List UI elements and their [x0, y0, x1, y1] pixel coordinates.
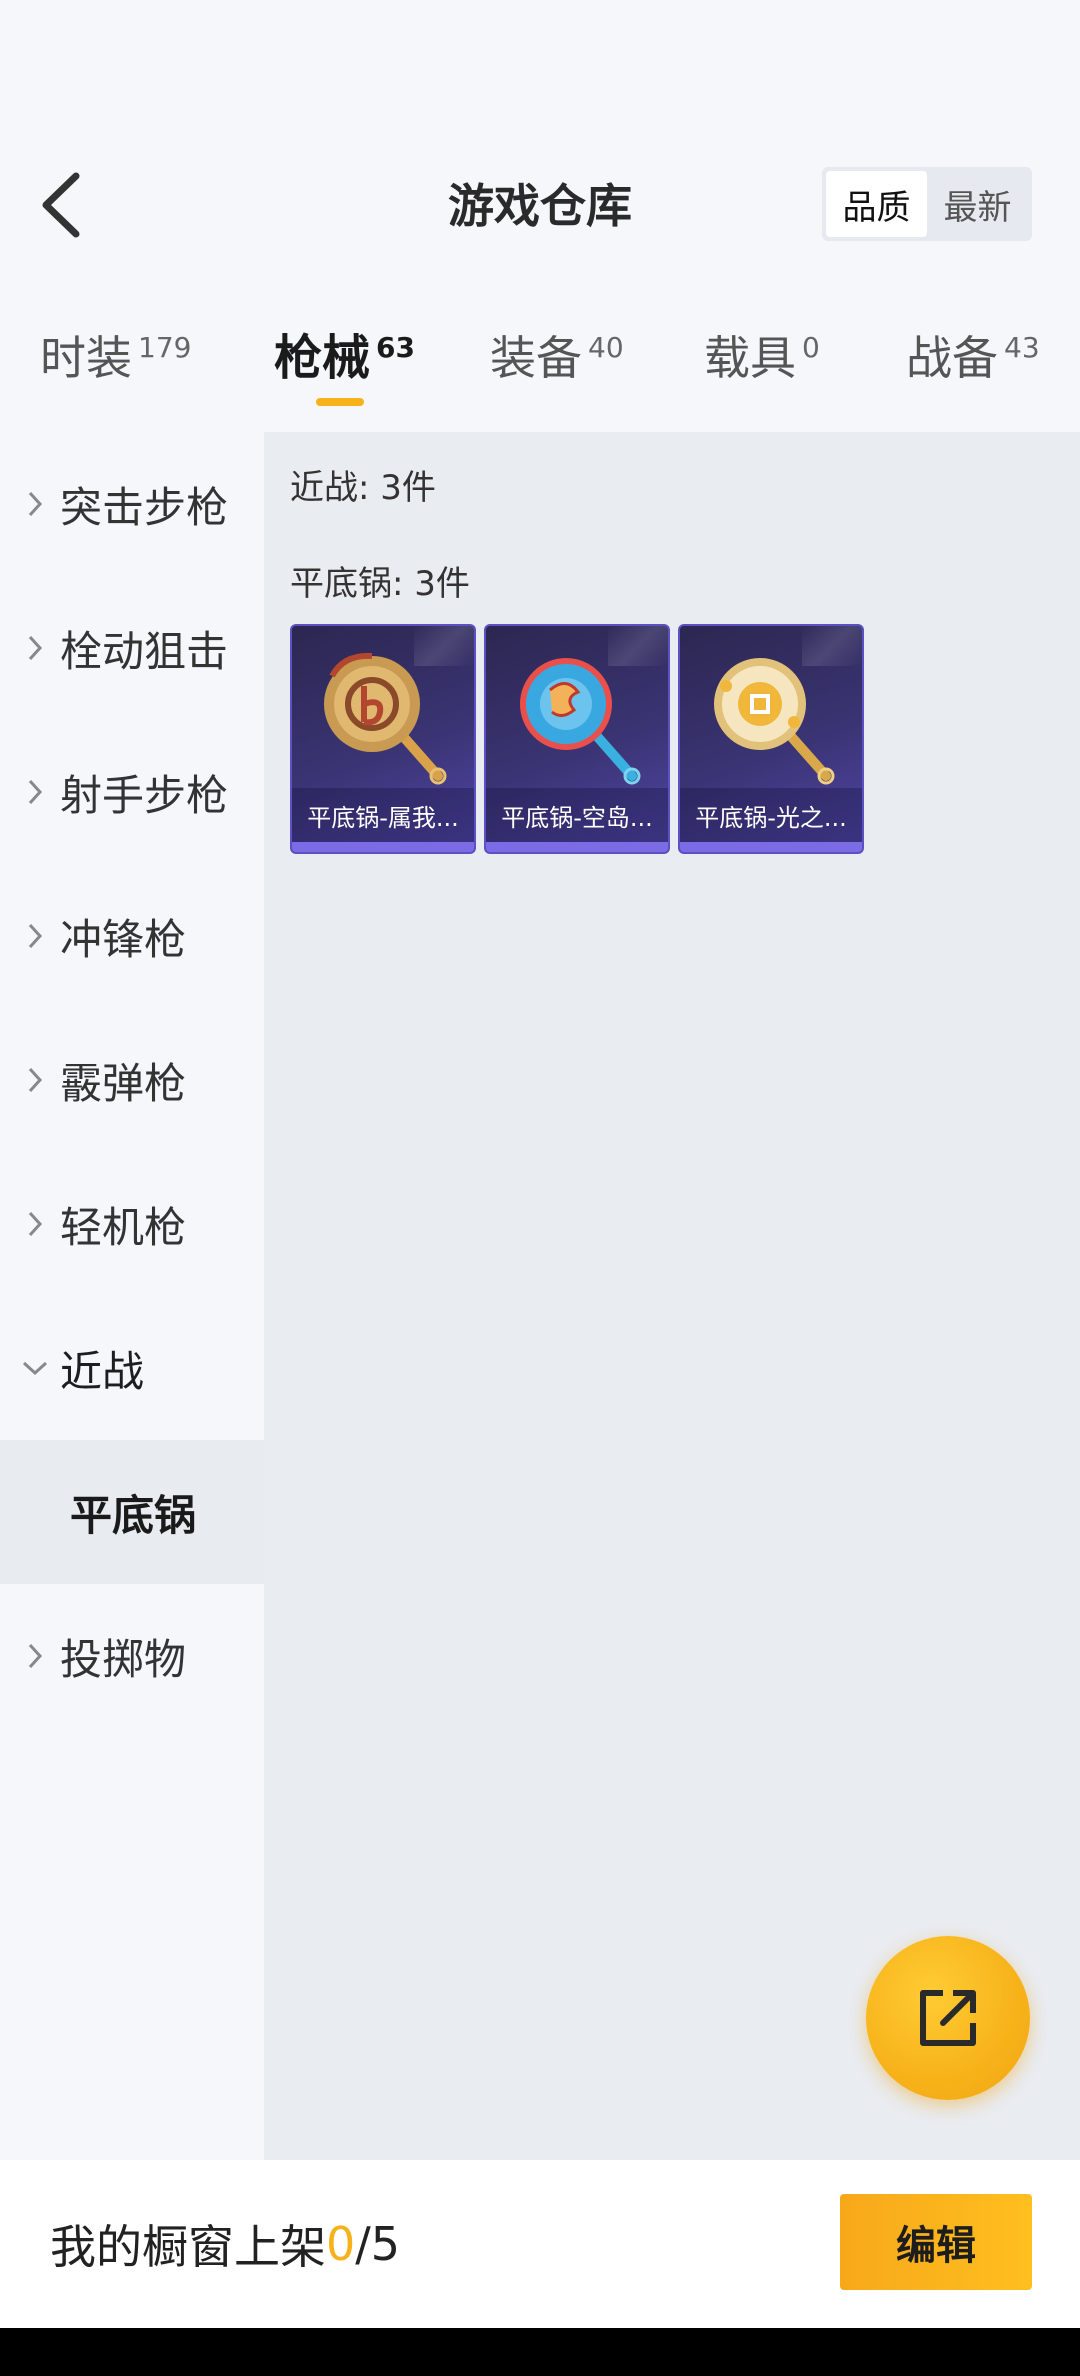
sidebar-item-marksman-rifle[interactable]: 射手步枪 — [0, 720, 264, 864]
subcategory-summary: 平底锅: 3件 — [290, 564, 470, 604]
share-external-icon — [920, 1990, 976, 2046]
chevron-right-icon — [0, 777, 60, 807]
tab-fashion[interactable]: 时装 179 — [40, 318, 191, 408]
share-fab-button[interactable] — [866, 1936, 1030, 2100]
tab-count: 40 — [588, 331, 624, 364]
sidebar-item-shotgun[interactable]: 霰弹枪 — [0, 1008, 264, 1152]
sidebar-item-label: 投掷物 — [60, 1634, 187, 1684]
system-nav-bar — [0, 2328, 1080, 2376]
rarity-bar — [680, 842, 862, 852]
item-card[interactable]: 平底锅-空岛... — [484, 624, 670, 854]
sort-option-quality[interactable]: 品质 — [826, 171, 927, 237]
frying-pan-cream-icon — [714, 658, 835, 785]
rarity-bar — [486, 842, 668, 852]
sidebar-item-assault-rifle[interactable]: 突击步枪 — [0, 432, 264, 576]
item-name: 平底锅-空岛... — [486, 788, 668, 842]
weapon-category-sidebar: 突击步枪 栓动狙击 射手步枪 冲锋枪 霰弹枪 轻机枪 近战 平底锅 投掷物 — [0, 432, 264, 2160]
sort-toggle: 品质 最新 — [822, 167, 1032, 241]
showcase-bar: 我的橱窗上架 0 /5 编辑 — [0, 2160, 1080, 2328]
item-name: 平底锅-光之... — [680, 788, 862, 842]
chevron-right-icon — [0, 489, 60, 519]
tab-count: 179 — [138, 331, 192, 364]
tab-label: 时装 — [40, 331, 132, 385]
tab-label: 战备 — [906, 331, 998, 385]
frying-pan-gold-icon — [324, 652, 447, 785]
sidebar-subitem-label: 平底锅 — [70, 1490, 197, 1540]
showcase-total-count: /5 — [355, 2217, 401, 2271]
sidebar-item-label: 栓动狙击 — [60, 626, 229, 676]
showcase-status: 我的橱窗上架 0 /5 — [50, 2160, 400, 2328]
items-panel: 近战: 3件 平底锅: 3件 平底锅-属我... 平底锅-空岛... 平底锅-光… — [264, 432, 1080, 2160]
sidebar-item-throwables[interactable]: 投掷物 — [0, 1584, 264, 1728]
chevron-right-icon — [0, 1641, 60, 1671]
category-tabs: 时装 179 枪械 63 装备 40 载具 0 战备 43 — [0, 318, 1080, 418]
showcase-current-count: 0 — [326, 2217, 356, 2271]
sort-option-newest[interactable]: 最新 — [927, 171, 1028, 237]
sidebar-item-bolt-sniper[interactable]: 栓动狙击 — [0, 576, 264, 720]
showcase-label: 我的橱窗上架 — [50, 2220, 326, 2274]
tab-label: 装备 — [490, 331, 582, 385]
sidebar-item-label: 霰弹枪 — [60, 1058, 187, 1108]
tab-label: 枪械 — [274, 330, 371, 386]
chevron-down-icon — [0, 1359, 60, 1377]
sidebar-item-lmg[interactable]: 轻机枪 — [0, 1152, 264, 1296]
tab-label: 载具 — [704, 331, 796, 385]
item-card[interactable]: 平底锅-属我... — [290, 624, 476, 854]
tab-count: 0 — [802, 331, 820, 364]
chevron-right-icon — [0, 1209, 60, 1239]
rarity-bar — [292, 842, 474, 852]
item-name: 平底锅-属我... — [292, 788, 474, 842]
edit-button[interactable]: 编辑 — [840, 2194, 1032, 2290]
sidebar-item-label: 近战 — [60, 1346, 145, 1396]
tab-count: 63 — [376, 331, 415, 364]
sidebar-item-smg[interactable]: 冲锋枪 — [0, 864, 264, 1008]
tab-count: 43 — [1004, 331, 1040, 364]
tab-vehicles[interactable]: 载具 0 — [704, 318, 820, 408]
sidebar-item-melee[interactable]: 近战 — [0, 1296, 264, 1440]
top-header: 游戏仓库 品质 最新 — [0, 140, 1080, 270]
sidebar-item-label: 突击步枪 — [60, 482, 229, 532]
category-summary: 近战: 3件 — [290, 468, 436, 508]
sidebar-item-label: 冲锋枪 — [60, 914, 187, 964]
back-arrow-icon — [42, 172, 80, 238]
tab-supplies[interactable]: 战备 43 — [906, 318, 1040, 408]
item-card[interactable]: 平底锅-光之... — [678, 624, 864, 854]
chevron-right-icon — [0, 633, 60, 663]
frying-pan-blue-icon — [520, 658, 641, 785]
chevron-right-icon — [0, 921, 60, 951]
tab-equipment[interactable]: 装备 40 — [490, 318, 624, 408]
tab-firearms[interactable]: 枪械 63 — [274, 318, 415, 408]
sidebar-subitem-frying-pan[interactable]: 平底锅 — [0, 1440, 264, 1584]
sidebar-item-label: 轻机枪 — [60, 1202, 187, 1252]
sidebar-item-label: 射手步枪 — [60, 770, 229, 820]
chevron-right-icon — [0, 1065, 60, 1095]
active-tab-indicator — [316, 398, 364, 406]
back-button[interactable] — [30, 165, 90, 245]
